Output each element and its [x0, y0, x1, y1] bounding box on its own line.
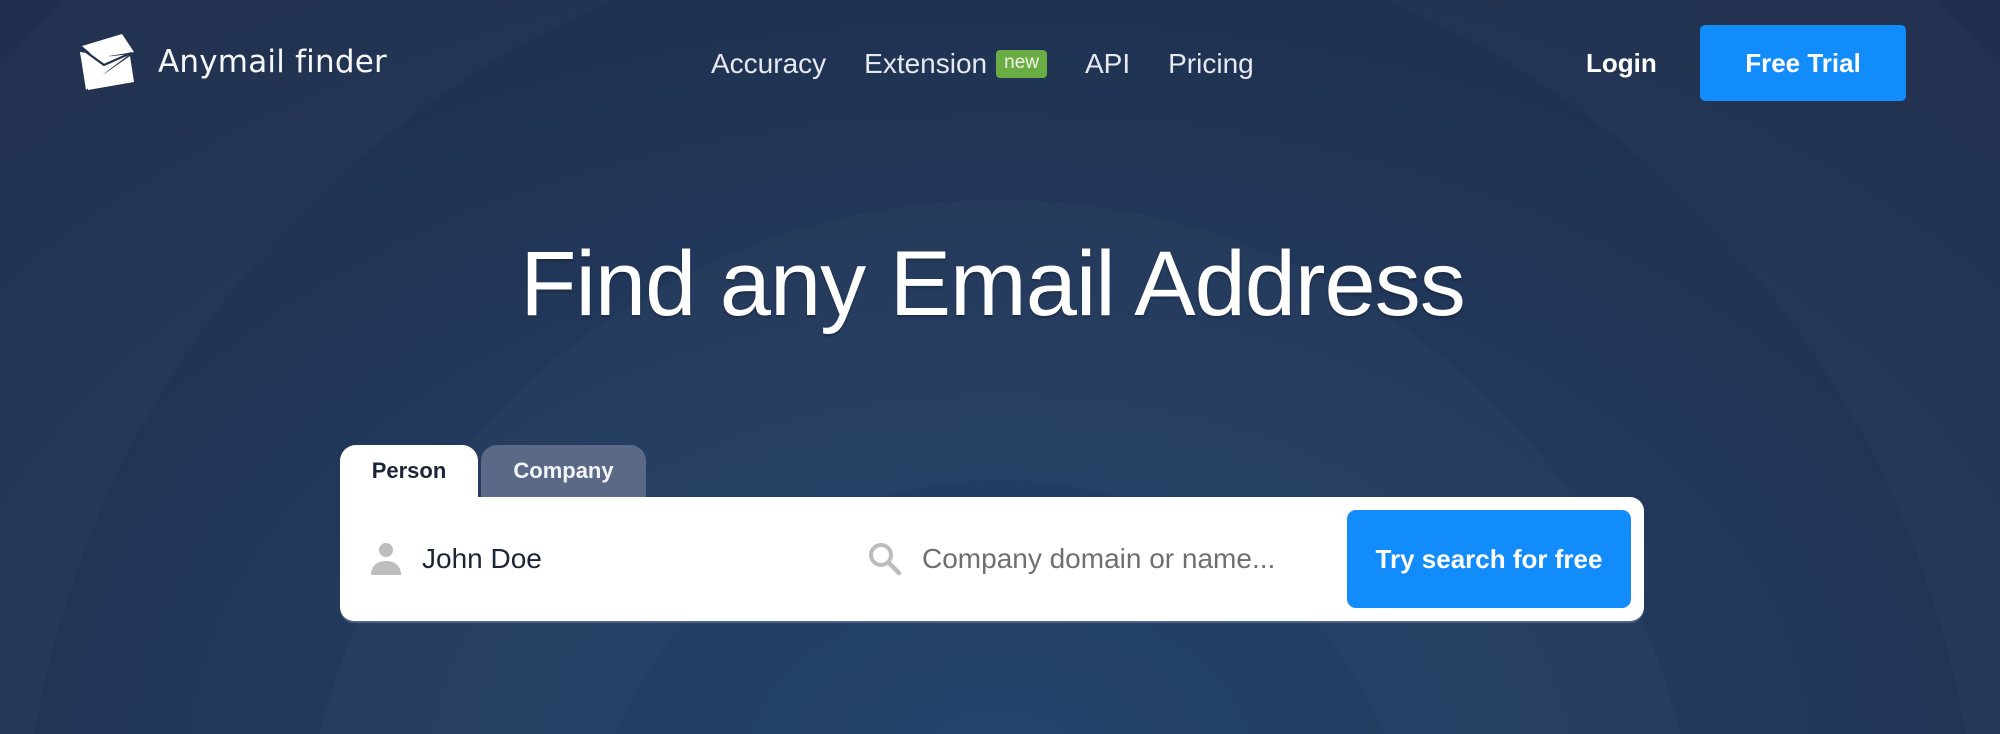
nav-item-label: API: [1084, 48, 1131, 79]
brand-logo-link[interactable]: Anymail finder: [76, 32, 387, 92]
company-domain-input[interactable]: [922, 543, 1322, 575]
search-form: Try search for free: [340, 497, 1644, 621]
person-name-input[interactable]: [422, 543, 822, 575]
new-badge: new: [996, 50, 1047, 78]
nav-item-accuracy[interactable]: Accuracy: [711, 48, 826, 80]
brand-name: Anymail finder: [158, 44, 387, 80]
try-search-button[interactable]: Try search for free: [1347, 510, 1631, 608]
login-link[interactable]: Login: [1586, 48, 1657, 79]
nav-item-label: Pricing: [1168, 48, 1254, 79]
main-nav: Accuracy Extension new API Pricing: [711, 44, 1254, 84]
site-header: Anymail finder Accuracy Extension new AP…: [0, 0, 2000, 128]
tab-company[interactable]: Company: [481, 445, 646, 497]
nav-item-extension[interactable]: Extension new: [864, 48, 1047, 80]
nav-item-label: Extension: [864, 48, 988, 79]
person-icon: [371, 543, 401, 575]
nav-item-label: Accuracy: [711, 48, 827, 79]
open-envelope-icon: [80, 34, 134, 90]
free-trial-button[interactable]: Free Trial: [1700, 25, 1906, 101]
person-name-field: [370, 497, 850, 621]
search-icon: [869, 543, 902, 576]
tab-person[interactable]: Person: [340, 445, 478, 497]
hero-title: Find any Email Address: [520, 233, 1465, 335]
search-type-tabs: Person Company: [340, 445, 646, 497]
company-field: [868, 497, 1348, 621]
nav-item-api[interactable]: API: [1085, 48, 1130, 80]
nav-item-pricing[interactable]: Pricing: [1168, 48, 1254, 80]
